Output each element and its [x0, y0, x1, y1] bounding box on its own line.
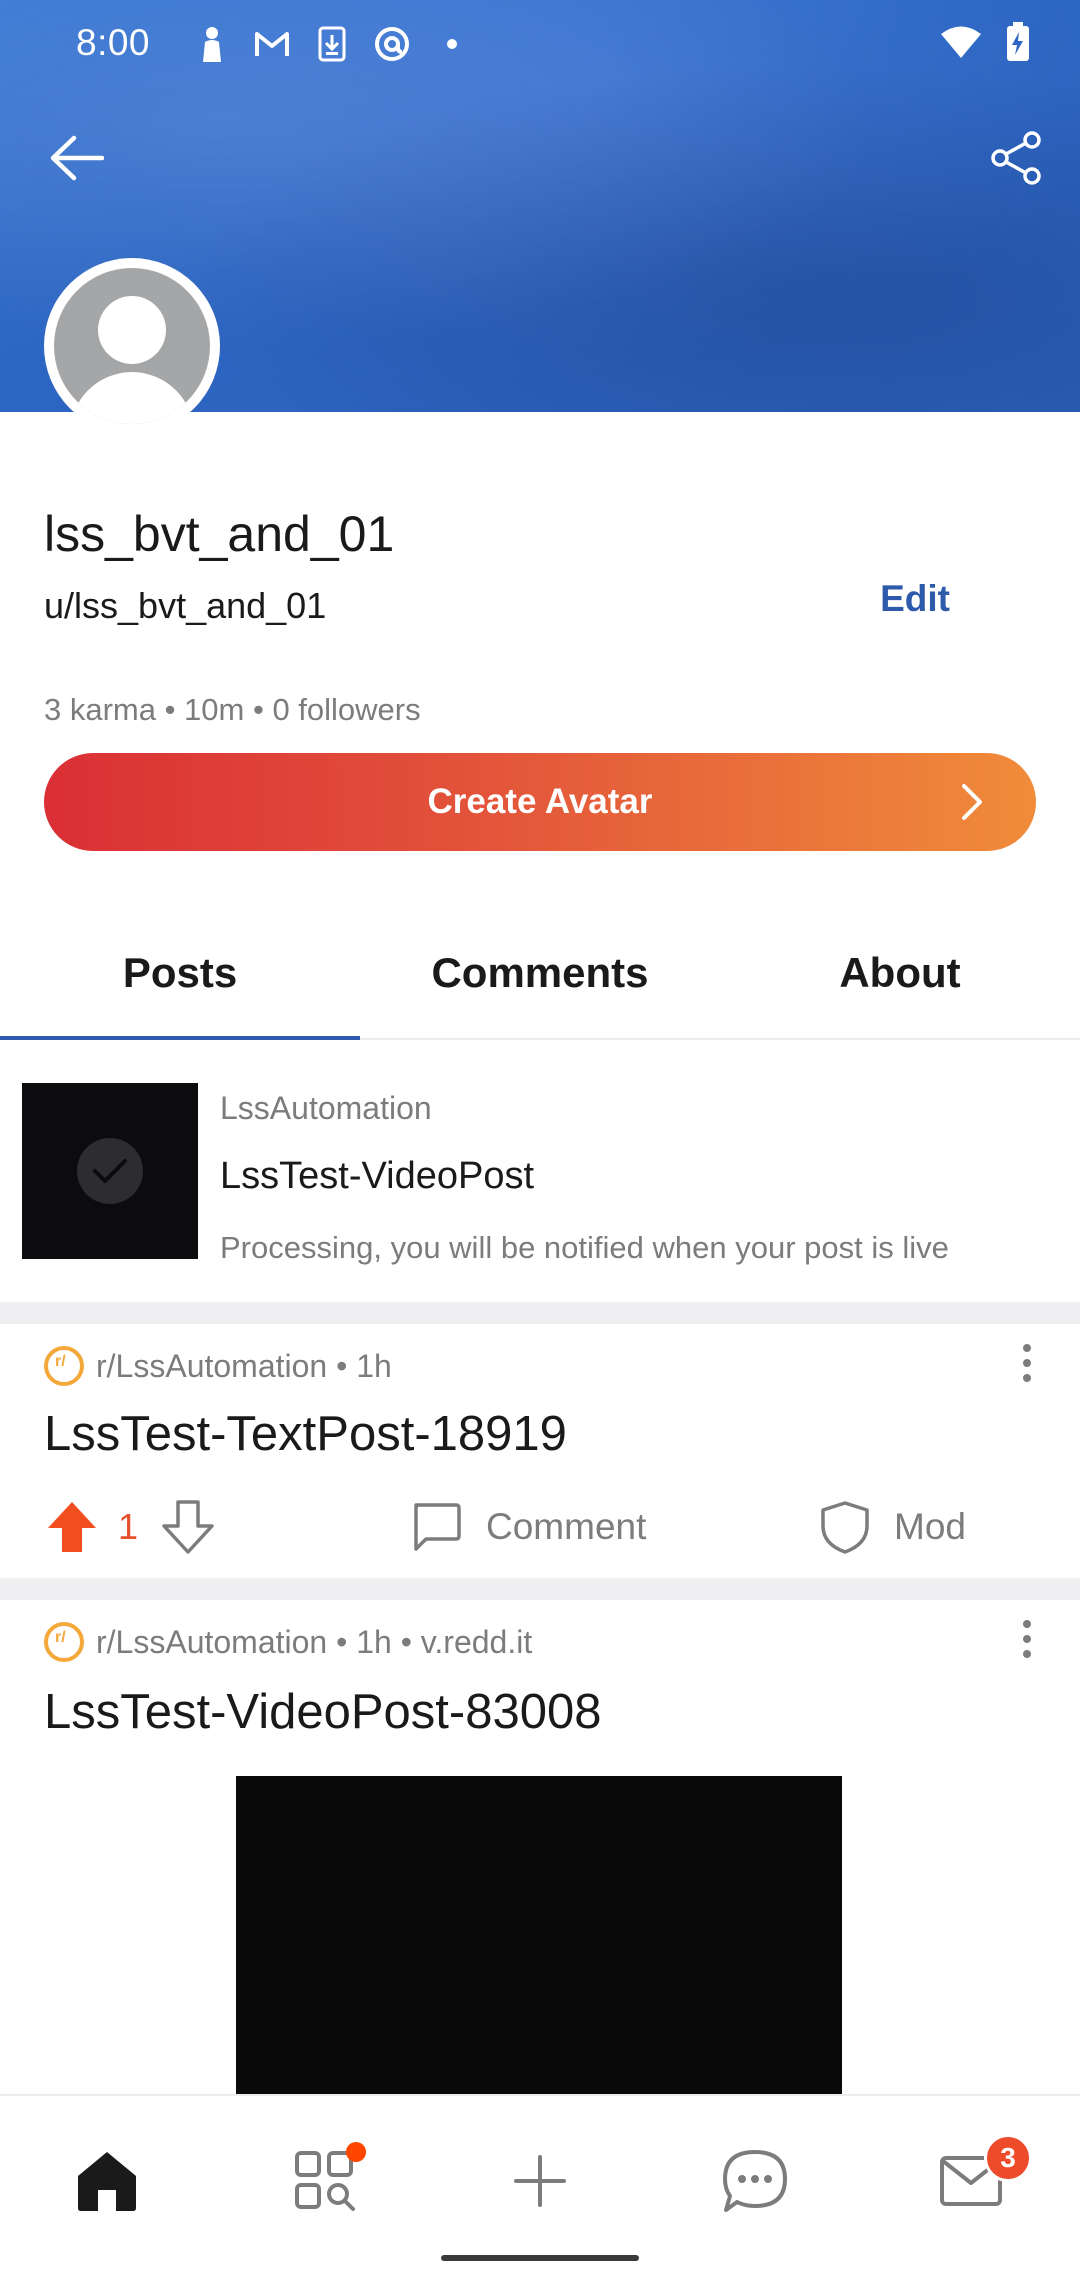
comment-button[interactable]: Comment: [410, 1492, 646, 1562]
nav-create[interactable]: [495, 2136, 585, 2226]
download-icon: [312, 24, 352, 64]
post-card[interactable]: r/LssAutomation • 1h • v.redd.it LssTest…: [0, 1600, 1080, 2094]
nav-discover[interactable]: [280, 2136, 370, 2226]
video-player[interactable]: [236, 1776, 842, 2094]
bottom-nav: 3: [0, 2094, 1080, 2280]
upvote-button[interactable]: [44, 1499, 100, 1555]
vote-count: 1: [118, 1506, 139, 1547]
processing-post-card[interactable]: LssAutomation LssTest-VideoPost Processi…: [0, 1040, 1080, 1302]
post-meta: r/LssAutomation • 1h: [44, 1346, 392, 1386]
create-post-icon: [514, 2155, 566, 2207]
more-vertical-icon: [1023, 1344, 1031, 1382]
subreddit-icon: [44, 1346, 84, 1386]
overflow-menu-button[interactable]: [1002, 1338, 1052, 1388]
create-avatar-button[interactable]: Create Avatar: [44, 753, 1036, 851]
feed-divider: [0, 1302, 1080, 1324]
post-card[interactable]: r/LssAutomation • 1h LssTest-TextPost-18…: [0, 1324, 1080, 1578]
mod-button[interactable]: Mod: [820, 1492, 966, 1562]
post-title[interactable]: LssTest-VideoPost-83008: [44, 1684, 602, 1740]
tab-about[interactable]: About: [720, 906, 1080, 1040]
nav-inbox[interactable]: 3: [926, 2134, 1032, 2226]
upvote-icon: [48, 1502, 96, 1552]
back-button[interactable]: [40, 122, 112, 194]
share-button[interactable]: [980, 122, 1052, 194]
person-icon: [192, 24, 232, 64]
new-indicator-dot: [346, 2142, 366, 2162]
default-avatar-icon: [54, 268, 210, 424]
mod-label: Mod: [894, 1506, 966, 1547]
avatar[interactable]: [44, 258, 220, 434]
display-name: lss_bvt_and_01: [44, 506, 395, 562]
home-icon: [78, 2152, 136, 2211]
more-vertical-icon: [1023, 1620, 1031, 1658]
video-thumbnail: [22, 1083, 198, 1259]
profile-tabs: Posts Comments About: [0, 906, 1080, 1042]
username: u/lss_bvt_and_01: [44, 585, 327, 626]
post-meta: r/LssAutomation • 1h • v.redd.it: [44, 1622, 532, 1662]
processing-community: LssAutomation: [220, 1090, 432, 1126]
status-system-icons: [940, 22, 1030, 67]
feed-divider: [0, 1578, 1080, 1600]
wifi-icon: [940, 25, 982, 64]
downvote-button[interactable]: [160, 1499, 216, 1555]
tab-comments[interactable]: Comments: [360, 906, 720, 1040]
check-icon: [77, 1138, 143, 1204]
processing-note: Processing, you will be notified when yo…: [220, 1230, 949, 1265]
discover-icon: [295, 2151, 355, 2211]
share-icon: [991, 131, 1041, 185]
post-title[interactable]: LssTest-TextPost-18919: [44, 1406, 567, 1462]
dot-icon: [432, 24, 472, 64]
profile-stats: 3 karma • 10m • 0 followers: [44, 692, 421, 727]
status-bar: 8:00: [0, 0, 1080, 86]
home-indicator[interactable]: [441, 2255, 639, 2261]
post-actions: 1 Comment Mod: [44, 1492, 1044, 1562]
processing-title: LssTest-VideoPost: [220, 1155, 535, 1197]
status-time: 8:00: [76, 22, 151, 63]
arrow-left-icon: [50, 135, 104, 181]
post-meta-text: r/LssAutomation • 1h: [96, 1347, 392, 1384]
shield-icon: [821, 1501, 869, 1554]
overflow-menu-button[interactable]: [1002, 1614, 1052, 1664]
post-meta-text: r/LssAutomation • 1h • v.redd.it: [96, 1623, 533, 1660]
nav-home[interactable]: [62, 2136, 152, 2226]
status-notification-icons: [192, 24, 472, 64]
comment-icon: [414, 1503, 461, 1551]
inbox-badge: 3: [984, 2134, 1032, 2182]
gmail-icon: [252, 24, 292, 64]
chevron-right-icon: [962, 784, 982, 820]
subreddit-icon: [44, 1622, 84, 1662]
comment-label: Comment: [486, 1506, 647, 1547]
battery-charging-icon: [1006, 22, 1030, 67]
nav-chat[interactable]: [710, 2136, 800, 2226]
tab-posts[interactable]: Posts: [0, 906, 360, 1042]
edit-button[interactable]: Edit: [880, 578, 950, 620]
chat-icon: [723, 2150, 787, 2212]
at-icon: [372, 24, 412, 64]
downvote-icon: [162, 1500, 214, 1554]
create-avatar-label: Create Avatar: [427, 782, 653, 821]
